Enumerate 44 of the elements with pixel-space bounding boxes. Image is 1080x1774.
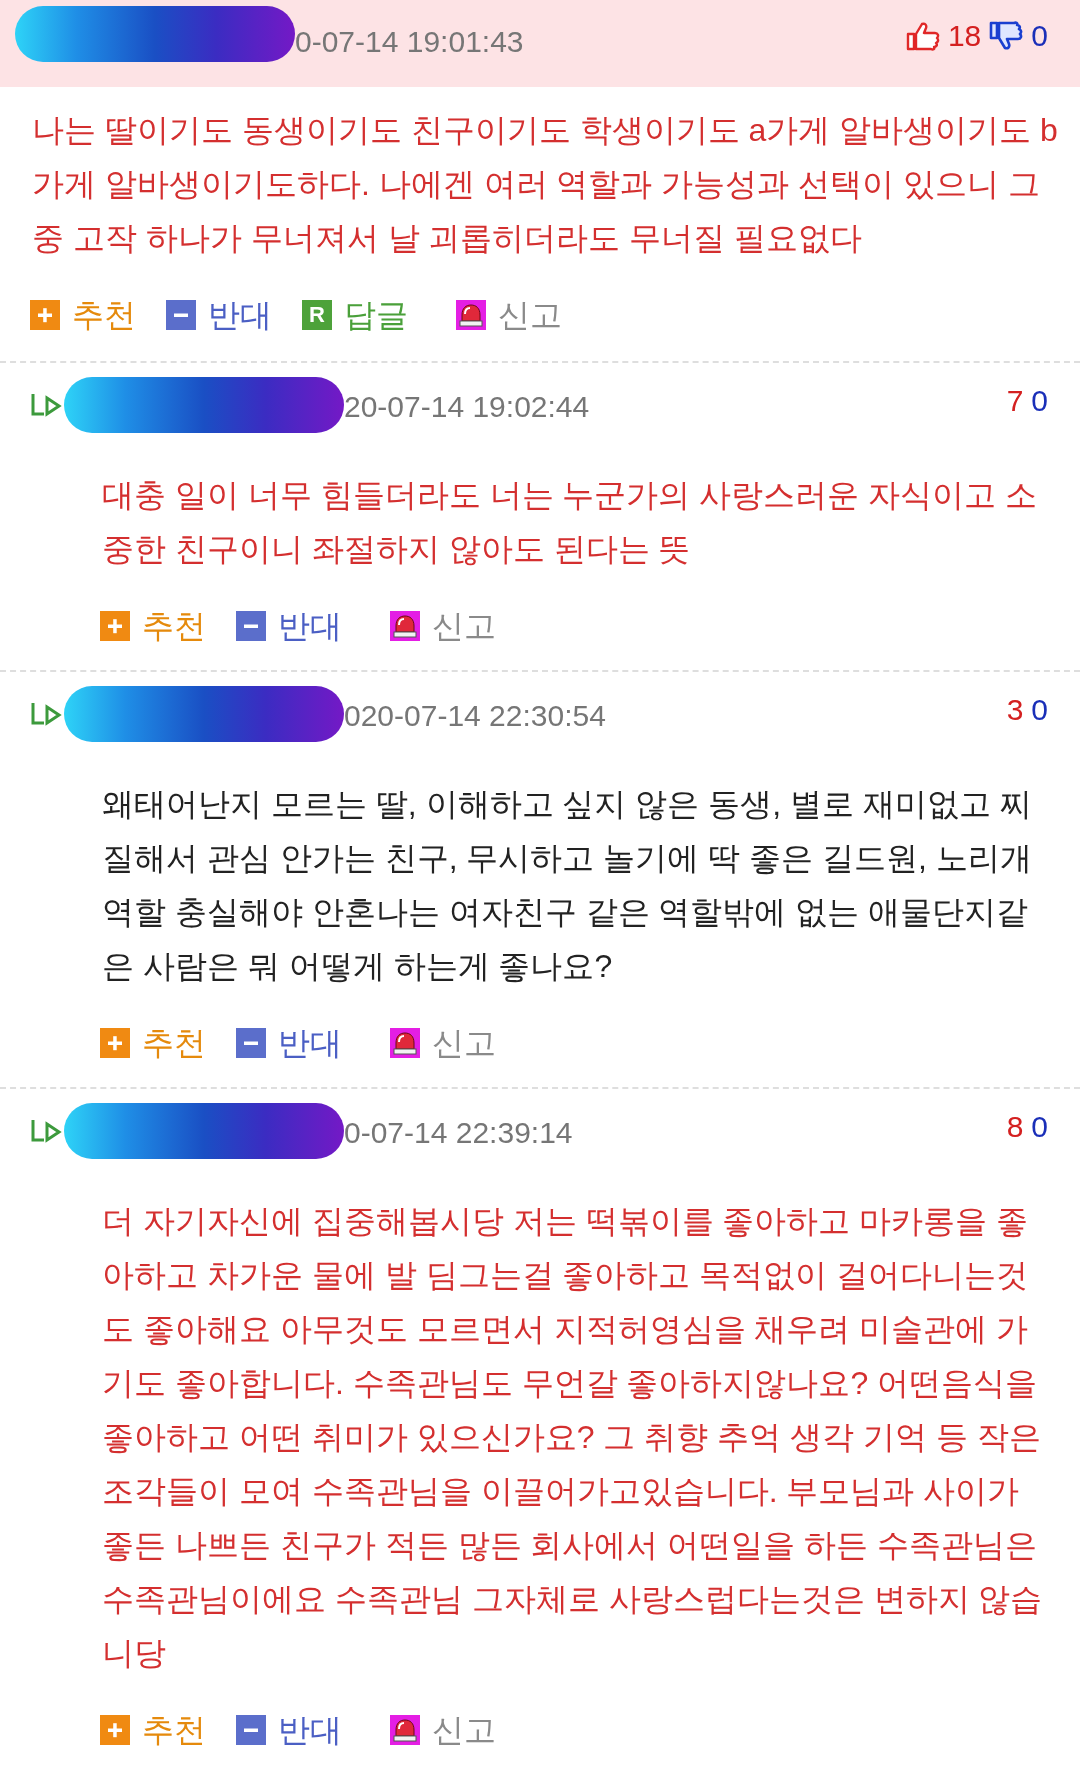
oppose-button[interactable]: 반대	[236, 606, 342, 646]
downvote-count: 0	[1031, 18, 1048, 54]
oppose-button[interactable]: 반대	[166, 295, 272, 335]
report-button[interactable]: 신고	[456, 295, 562, 335]
plus-icon	[100, 1715, 130, 1745]
comment-date: 20-07-14 19:02:44	[344, 389, 590, 425]
recommend-button[interactable]: 추천	[100, 606, 206, 646]
thumbs-down-icon	[989, 21, 1024, 51]
comment-text: 대충 일이 너무 힘들더라도 너는 누군가의 사랑스러운 자식이고 소중한 친구이니 좌절하지 않아도 된다는 뜻	[101, 476, 1039, 569]
upvote-count: 3	[1006, 692, 1024, 728]
recommend-button[interactable]: 추천	[100, 1023, 206, 1063]
siren-icon	[390, 1028, 420, 1058]
comment-text: 왜태어난지 모르는 딸, 이해하고 싶지 않은 동생, 별로 재미없고 찌질해서 관심 안가는 친구, 무시하고 놀기에 딱 좋은 길드원, 노리개 역할 충실해야 안혼나는 여자친구 같은 역할밖에 없는 애물단지같은 사람은 뭐 어떻게 하는게 좋나요?	[101, 785, 1033, 986]
plus-icon	[100, 611, 130, 641]
siren-icon	[456, 300, 486, 330]
r-icon: R	[302, 300, 332, 330]
oppose-button[interactable]: 반대	[236, 1023, 342, 1063]
plus-icon	[30, 300, 60, 330]
reply-button[interactable]: R 답글	[302, 295, 408, 335]
plus-icon	[100, 1028, 130, 1058]
siren-icon	[390, 1715, 420, 1745]
oppose-button[interactable]: 반대	[236, 1710, 342, 1750]
recommend-button[interactable]: 추천	[30, 295, 136, 335]
downvote-count: 0	[1031, 1109, 1048, 1145]
minus-icon	[236, 611, 266, 641]
siren-icon	[390, 611, 420, 641]
comment-date: 0-07-14 22:39:14	[344, 1115, 573, 1151]
comment-text: 더 자기자신에 집중해봅시당 저는 떡볶이를 좋아하고 마카롱을 좋아하고 차가운 물에 발 딤그는걸 좋아하고 목적없이 걸어다니는것도 좋아해요 아무것도 모르면서 지적허영심을 채우려 미술관에 가기도 좋아합니다. 수족관님도 무언갈 좋아하지않나요? 어떤음식을 좋아하고 어떤 취미가 있으신가요? 그 취향 추억 생각 기억 등 작은 조각들이 모여 수족관님을 이끌어가고있습니다. 부모님과 사이가 좋든 나쁘든 친구가 적든 많든 회사에서 어떤일을 하든 수족관님은 수족관님이에요 수족관님 그자체로 사랑스럽다는것은 변하지 않습니당	[101, 1202, 1044, 1673]
comment-date: 020-07-14 22:30:54	[344, 698, 606, 734]
minus-icon	[166, 300, 196, 330]
upvote-count: 18	[947, 18, 982, 54]
upvote-count: 7	[1006, 383, 1024, 419]
upvote-count: 8	[1006, 1109, 1024, 1145]
minus-icon	[236, 1715, 266, 1745]
report-button[interactable]: 신고	[390, 1710, 496, 1750]
downvote-count: 0	[1031, 692, 1048, 728]
minus-icon	[236, 1028, 266, 1058]
thumbs-up-icon	[905, 21, 940, 51]
recommend-button[interactable]: 추천	[100, 1710, 206, 1750]
report-button[interactable]: 신고	[390, 1023, 496, 1063]
comment-text: 나는 딸이기도 동생이기도 친구이기도 학생이기도 a가게 알바생이기도 b가게 알바생이기도하다. 나에겐 여러 역할과 가능성과 선택이 있으니 그 중 고작 하나가 무너져서 날 괴롭히더라도 무너질 필요없다	[31, 111, 1059, 258]
downvote-count: 0	[1031, 383, 1048, 419]
report-button[interactable]: 신고	[390, 606, 496, 646]
comment-date: 0-07-14 19:01:43	[295, 24, 524, 60]
